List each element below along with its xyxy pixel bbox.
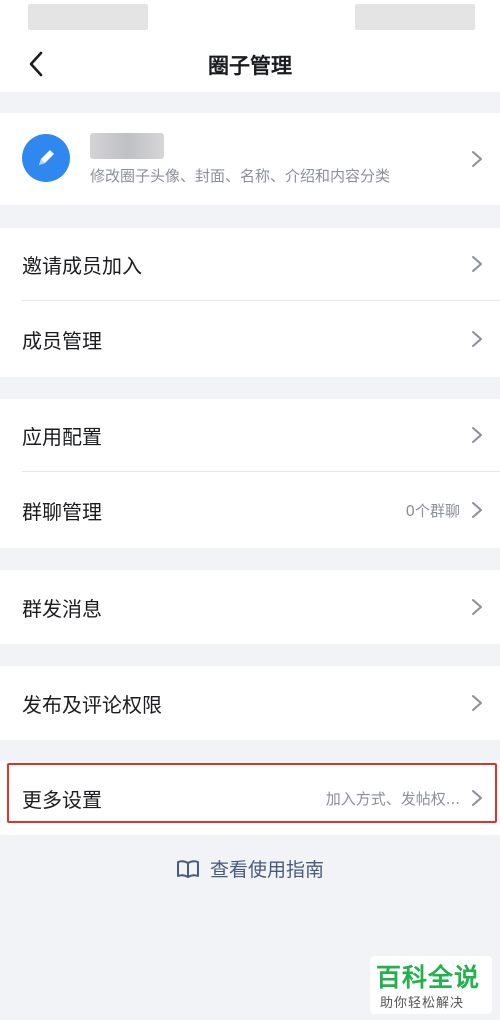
status-left-blur [28,4,148,30]
usage-guide-label: 查看使用指南 [209,859,324,881]
chevron-right-icon [472,695,482,711]
watermark-logo: 百科全说 助你轻松解决 [370,956,492,1014]
member-management-label: 成员管理 [22,328,102,353]
circle-name-blurred [90,133,164,159]
permissions-label: 发布及评论权限 [22,692,162,717]
more-settings-label: 更多设置 [22,787,102,812]
app-config-row[interactable]: 应用配置 [0,399,500,471]
chevron-right-icon [472,502,482,518]
group-chat-label: 群聊管理 [22,499,102,524]
member-management-row[interactable]: 成员管理 [0,301,500,377]
chevron-right-icon [472,427,482,443]
more-settings-row[interactable]: 更多设置 加入方式、发帖权... [0,761,500,835]
chevron-right-icon [472,256,482,272]
invite-members-label: 邀请成员加入 [22,253,142,278]
circle-info-row[interactable]: 修改圈子头像、封面、名称、介绍和内容分类 [0,113,500,205]
app-config-label: 应用配置 [22,424,102,449]
permissions-row[interactable]: 发布及评论权限 [0,666,500,740]
nav-bar: 圈子管理 [0,36,500,92]
circle-info-section: 修改圈子头像、封面、名称、介绍和内容分类 [0,113,500,205]
group-chat-row[interactable]: 群聊管理 0个群聊 [0,472,500,548]
avatar[interactable] [22,134,70,182]
permissions-section: 发布及评论权限 [0,666,500,740]
members-section: 邀请成员加入 成员管理 [0,228,500,377]
more-settings-hint: 加入方式、发帖权... [325,789,460,808]
broadcast-label: 群发消息 [22,596,102,621]
book-icon [176,859,199,878]
page-title: 圈子管理 [208,54,292,78]
config-section: 应用配置 群聊管理 0个群聊 [0,399,500,548]
group-chat-count: 0个群聊 [405,501,460,520]
chevron-right-icon [472,790,482,806]
status-right-blur [355,4,475,30]
watermark-sub-text: 助你轻松解决 [380,996,465,1011]
circle-description: 修改圈子头像、封面、名称、介绍和内容分类 [90,167,391,185]
broadcast-section: 群发消息 [0,570,500,644]
broadcast-row[interactable]: 群发消息 [0,570,500,644]
watermark-main-text: 百科全说 [376,963,481,992]
usage-guide-link[interactable]: 查看使用指南 [0,855,500,882]
chevron-right-icon [472,331,482,347]
status-bar [0,0,500,36]
chevron-right-icon [472,151,482,167]
invite-members-row[interactable]: 邀请成员加入 [0,228,500,300]
more-settings-section: 更多设置 加入方式、发帖权... [0,761,500,835]
edit-pen-icon [39,150,54,165]
chevron-right-icon [472,599,482,615]
